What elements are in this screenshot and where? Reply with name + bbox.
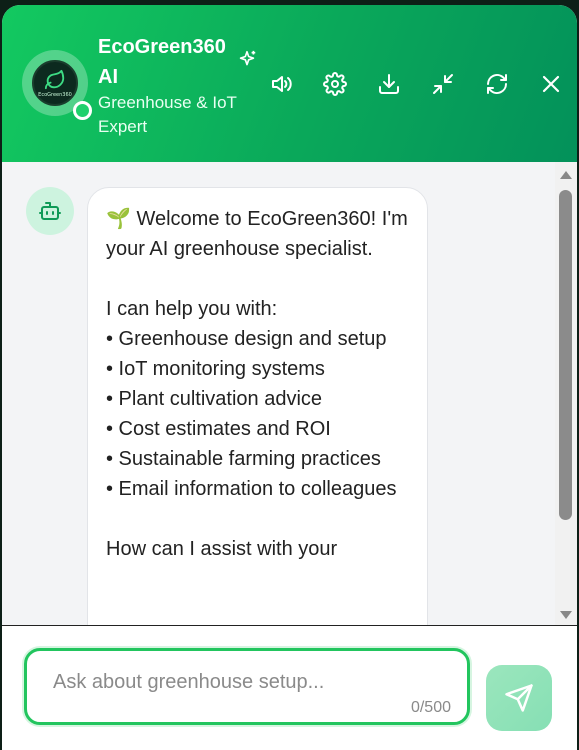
bot-icon — [39, 202, 61, 220]
download-button[interactable] — [372, 67, 406, 101]
message-composer: 0/500 — [2, 625, 577, 750]
online-status-dot — [73, 101, 92, 120]
close-icon — [542, 75, 560, 93]
gear-icon — [323, 72, 347, 96]
message-input-box: 0/500 — [24, 648, 470, 725]
leaf-icon — [44, 69, 65, 89]
minimize-button[interactable] — [426, 67, 460, 101]
volume-icon — [272, 76, 292, 92]
character-counter: 0/500 — [410, 699, 451, 716]
sparkles-icon — [239, 50, 256, 66]
scroll-down-arrow[interactable] — [560, 611, 572, 619]
chat-widget: EcoGreen360 EcoGreen360 AI Greenhouse & … — [2, 5, 577, 750]
message-list: 🌱 Welcome to EcoGreen360! I'm your AI gr… — [2, 162, 577, 667]
sound-button[interactable] — [264, 67, 298, 101]
message-input[interactable] — [53, 667, 433, 697]
bot-avatar — [26, 187, 74, 235]
logo-text: EcoGreen360 — [38, 91, 72, 98]
message-scrollbar[interactable] — [555, 162, 577, 625]
send-icon — [505, 684, 533, 712]
scrollbar-thumb[interactable] — [559, 190, 572, 520]
settings-button[interactable] — [318, 67, 352, 101]
send-button[interactable] — [486, 665, 552, 731]
minimize-icon — [433, 74, 453, 94]
scroll-up-arrow[interactable] — [560, 171, 572, 179]
download-icon — [379, 74, 399, 94]
assistant-title: EcoGreen360 AI — [98, 36, 226, 88]
close-button[interactable] — [534, 67, 568, 101]
refresh-icon — [487, 74, 507, 94]
assistant-subtitle: Greenhouse & IoT Expert — [98, 93, 237, 136]
refresh-button[interactable] — [480, 67, 514, 101]
bot-message-bubble: 🌱 Welcome to EcoGreen360! I'm your AI gr… — [87, 187, 428, 667]
assistant-logo: EcoGreen360 — [32, 60, 78, 106]
chat-header: EcoGreen360 EcoGreen360 AI Greenhouse & … — [2, 5, 577, 162]
